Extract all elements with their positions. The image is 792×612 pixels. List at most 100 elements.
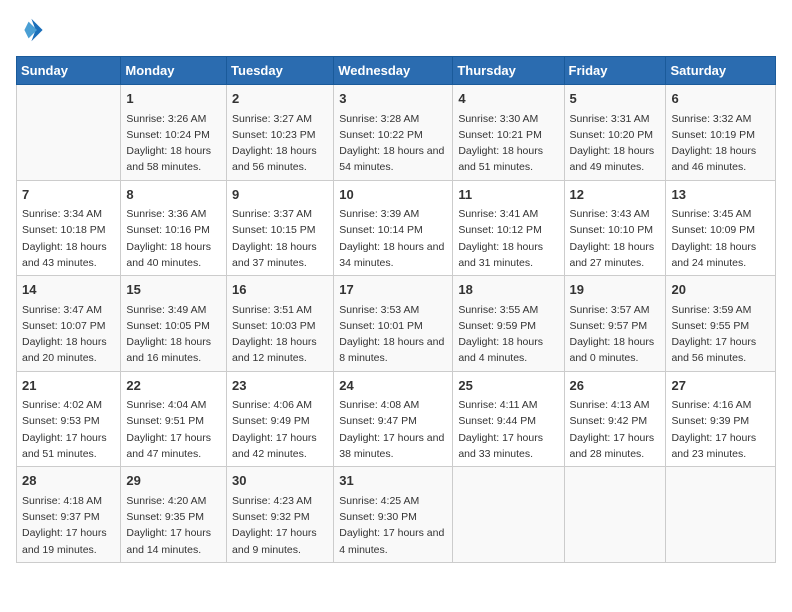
calendar-cell: 9Sunrise: 3:37 AMSunset: 10:15 PMDayligh…: [227, 180, 334, 276]
week-row-2: 7Sunrise: 3:34 AMSunset: 10:18 PMDayligh…: [17, 180, 776, 276]
cell-content: Sunrise: 3:31 AMSunset: 10:20 PMDaylight…: [570, 111, 661, 176]
cell-content: Sunrise: 3:53 AMSunset: 10:01 PMDaylight…: [339, 302, 447, 367]
calendar-cell: 26Sunrise: 4:13 AMSunset: 9:42 PMDayligh…: [564, 371, 666, 467]
week-row-4: 21Sunrise: 4:02 AMSunset: 9:53 PMDayligh…: [17, 371, 776, 467]
day-number: 6: [671, 89, 770, 109]
cell-content: Sunrise: 3:43 AMSunset: 10:10 PMDaylight…: [570, 206, 661, 271]
calendar-cell: 18Sunrise: 3:55 AMSunset: 9:59 PMDayligh…: [453, 276, 564, 372]
col-header-friday: Friday: [564, 57, 666, 85]
calendar-cell: 21Sunrise: 4:02 AMSunset: 9:53 PMDayligh…: [17, 371, 121, 467]
calendar-cell: 30Sunrise: 4:23 AMSunset: 9:32 PMDayligh…: [227, 467, 334, 563]
cell-content: Sunrise: 4:18 AMSunset: 9:37 PMDaylight:…: [22, 493, 115, 558]
day-number: 12: [570, 185, 661, 205]
cell-content: Sunrise: 3:34 AMSunset: 10:18 PMDaylight…: [22, 206, 115, 271]
calendar-table: SundayMondayTuesdayWednesdayThursdayFrid…: [16, 56, 776, 563]
day-number: 8: [126, 185, 221, 205]
calendar-cell: 28Sunrise: 4:18 AMSunset: 9:37 PMDayligh…: [17, 467, 121, 563]
cell-content: Sunrise: 4:02 AMSunset: 9:53 PMDaylight:…: [22, 397, 115, 462]
cell-content: Sunrise: 4:06 AMSunset: 9:49 PMDaylight:…: [232, 397, 328, 462]
calendar-cell: 31Sunrise: 4:25 AMSunset: 9:30 PMDayligh…: [334, 467, 453, 563]
calendar-cell: 14Sunrise: 3:47 AMSunset: 10:07 PMDaylig…: [17, 276, 121, 372]
day-number: 3: [339, 89, 447, 109]
day-number: 24: [339, 376, 447, 396]
logo-icon: [16, 16, 44, 44]
calendar-cell: 20Sunrise: 3:59 AMSunset: 9:55 PMDayligh…: [666, 276, 776, 372]
col-header-tuesday: Tuesday: [227, 57, 334, 85]
calendar-cell: 2Sunrise: 3:27 AMSunset: 10:23 PMDayligh…: [227, 85, 334, 181]
calendar-cell: 6Sunrise: 3:32 AMSunset: 10:19 PMDayligh…: [666, 85, 776, 181]
day-number: 31: [339, 471, 447, 491]
day-number: 9: [232, 185, 328, 205]
day-number: 19: [570, 280, 661, 300]
day-number: 18: [458, 280, 558, 300]
day-number: 22: [126, 376, 221, 396]
day-number: 20: [671, 280, 770, 300]
calendar-cell: 10Sunrise: 3:39 AMSunset: 10:14 PMDaylig…: [334, 180, 453, 276]
calendar-cell: 23Sunrise: 4:06 AMSunset: 9:49 PMDayligh…: [227, 371, 334, 467]
cell-content: Sunrise: 3:37 AMSunset: 10:15 PMDaylight…: [232, 206, 328, 271]
day-number: 25: [458, 376, 558, 396]
col-header-thursday: Thursday: [453, 57, 564, 85]
cell-content: Sunrise: 4:25 AMSunset: 9:30 PMDaylight:…: [339, 493, 447, 558]
calendar-cell: 5Sunrise: 3:31 AMSunset: 10:20 PMDayligh…: [564, 85, 666, 181]
week-row-1: 1Sunrise: 3:26 AMSunset: 10:24 PMDayligh…: [17, 85, 776, 181]
col-header-monday: Monday: [121, 57, 227, 85]
day-number: 11: [458, 185, 558, 205]
header-row: SundayMondayTuesdayWednesdayThursdayFrid…: [17, 57, 776, 85]
day-number: 21: [22, 376, 115, 396]
cell-content: Sunrise: 3:26 AMSunset: 10:24 PMDaylight…: [126, 111, 221, 176]
cell-content: Sunrise: 3:41 AMSunset: 10:12 PMDaylight…: [458, 206, 558, 271]
cell-content: Sunrise: 3:32 AMSunset: 10:19 PMDaylight…: [671, 111, 770, 176]
cell-content: Sunrise: 3:27 AMSunset: 10:23 PMDaylight…: [232, 111, 328, 176]
calendar-cell: 8Sunrise: 3:36 AMSunset: 10:16 PMDayligh…: [121, 180, 227, 276]
col-header-saturday: Saturday: [666, 57, 776, 85]
calendar-cell: 7Sunrise: 3:34 AMSunset: 10:18 PMDayligh…: [17, 180, 121, 276]
day-number: 13: [671, 185, 770, 205]
calendar-cell: [17, 85, 121, 181]
calendar-cell: 22Sunrise: 4:04 AMSunset: 9:51 PMDayligh…: [121, 371, 227, 467]
day-number: 28: [22, 471, 115, 491]
calendar-cell: [564, 467, 666, 563]
calendar-cell: [666, 467, 776, 563]
cell-content: Sunrise: 3:51 AMSunset: 10:03 PMDaylight…: [232, 302, 328, 367]
cell-content: Sunrise: 4:13 AMSunset: 9:42 PMDaylight:…: [570, 397, 661, 462]
calendar-cell: 19Sunrise: 3:57 AMSunset: 9:57 PMDayligh…: [564, 276, 666, 372]
page-header: [16, 16, 776, 44]
calendar-cell: 15Sunrise: 3:49 AMSunset: 10:05 PMDaylig…: [121, 276, 227, 372]
cell-content: Sunrise: 4:11 AMSunset: 9:44 PMDaylight:…: [458, 397, 558, 462]
cell-content: Sunrise: 4:23 AMSunset: 9:32 PMDaylight:…: [232, 493, 328, 558]
cell-content: Sunrise: 3:57 AMSunset: 9:57 PMDaylight:…: [570, 302, 661, 367]
col-header-sunday: Sunday: [17, 57, 121, 85]
calendar-cell: 11Sunrise: 3:41 AMSunset: 10:12 PMDaylig…: [453, 180, 564, 276]
cell-content: Sunrise: 3:59 AMSunset: 9:55 PMDaylight:…: [671, 302, 770, 367]
cell-content: Sunrise: 3:30 AMSunset: 10:21 PMDaylight…: [458, 111, 558, 176]
day-number: 29: [126, 471, 221, 491]
calendar-cell: 24Sunrise: 4:08 AMSunset: 9:47 PMDayligh…: [334, 371, 453, 467]
cell-content: Sunrise: 3:49 AMSunset: 10:05 PMDaylight…: [126, 302, 221, 367]
week-row-3: 14Sunrise: 3:47 AMSunset: 10:07 PMDaylig…: [17, 276, 776, 372]
day-number: 16: [232, 280, 328, 300]
cell-content: Sunrise: 3:55 AMSunset: 9:59 PMDaylight:…: [458, 302, 558, 367]
day-number: 30: [232, 471, 328, 491]
day-number: 10: [339, 185, 447, 205]
col-header-wednesday: Wednesday: [334, 57, 453, 85]
day-number: 4: [458, 89, 558, 109]
day-number: 15: [126, 280, 221, 300]
cell-content: Sunrise: 4:20 AMSunset: 9:35 PMDaylight:…: [126, 493, 221, 558]
week-row-5: 28Sunrise: 4:18 AMSunset: 9:37 PMDayligh…: [17, 467, 776, 563]
cell-content: Sunrise: 3:28 AMSunset: 10:22 PMDaylight…: [339, 111, 447, 176]
calendar-cell: 25Sunrise: 4:11 AMSunset: 9:44 PMDayligh…: [453, 371, 564, 467]
day-number: 2: [232, 89, 328, 109]
day-number: 7: [22, 185, 115, 205]
day-number: 14: [22, 280, 115, 300]
calendar-cell: 27Sunrise: 4:16 AMSunset: 9:39 PMDayligh…: [666, 371, 776, 467]
calendar-cell: 3Sunrise: 3:28 AMSunset: 10:22 PMDayligh…: [334, 85, 453, 181]
calendar-cell: 17Sunrise: 3:53 AMSunset: 10:01 PMDaylig…: [334, 276, 453, 372]
cell-content: Sunrise: 4:16 AMSunset: 9:39 PMDaylight:…: [671, 397, 770, 462]
calendar-cell: 1Sunrise: 3:26 AMSunset: 10:24 PMDayligh…: [121, 85, 227, 181]
day-number: 1: [126, 89, 221, 109]
day-number: 17: [339, 280, 447, 300]
cell-content: Sunrise: 4:04 AMSunset: 9:51 PMDaylight:…: [126, 397, 221, 462]
calendar-cell: 4Sunrise: 3:30 AMSunset: 10:21 PMDayligh…: [453, 85, 564, 181]
cell-content: Sunrise: 3:39 AMSunset: 10:14 PMDaylight…: [339, 206, 447, 271]
